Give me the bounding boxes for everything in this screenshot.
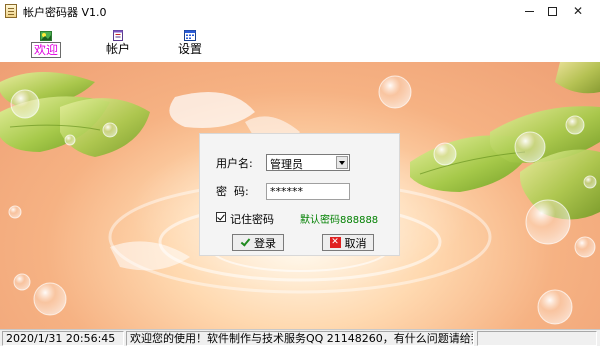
remember-password-checkbox[interactable] [216, 212, 226, 222]
password-label: 密 码: [216, 185, 249, 198]
settings-icon [184, 30, 196, 41]
default-password-hint: 默认密码888888 [300, 215, 379, 226]
close-button[interactable]: ✕ [556, 0, 600, 22]
tab-welcome-label: 欢迎 [30, 42, 61, 58]
status-datetime: 2020/1/31 20:56:45 [2, 331, 124, 346]
tab-settings[interactable]: 设置 [170, 30, 210, 60]
status-extra [477, 331, 597, 346]
tab-account-label: 帐户 [105, 42, 130, 56]
cancel-button[interactable]: ✕ 取消 [322, 234, 374, 251]
title-bar[interactable]: 帐户密码器 V1.0 ✕ [0, 0, 600, 22]
username-select-value: 管理员 [270, 158, 303, 171]
account-icon [113, 30, 123, 41]
close-icon: ✕ [329, 237, 341, 248]
close-icon: ✕ [572, 4, 584, 18]
tab-welcome[interactable]: 欢迎 [26, 30, 66, 60]
tab-settings-label: 设置 [177, 42, 202, 56]
tab-account[interactable]: 帐户 [98, 30, 138, 60]
login-button-label: 登录 [254, 236, 276, 250]
check-icon [240, 238, 250, 248]
status-message: 欢迎您的使用！软件制作与技术服务QQ 21148260，有什么问题请给我联系！ [126, 331, 474, 346]
welcome-icon [40, 31, 52, 41]
window-title: 帐户密码器 V1.0 [23, 6, 107, 19]
toolbar: 欢迎 帐户 设置 [0, 22, 600, 62]
cancel-button-label: 取消 [344, 236, 367, 250]
remember-password-label[interactable]: 记住密码 [230, 211, 274, 227]
login-button[interactable]: 登录 [232, 234, 284, 251]
status-bar: 2020/1/31 20:56:45 欢迎您的使用！软件制作与技术服务QQ 21… [0, 329, 600, 346]
username-select[interactable]: 管理员 [266, 154, 350, 171]
username-label: 用户名: [216, 157, 253, 170]
chevron-down-icon[interactable] [336, 156, 348, 169]
app-icon [5, 4, 17, 18]
password-field[interactable]: ****** [266, 183, 350, 200]
login-dialog: 用户名: 管理员 密 码: ****** 记住密码 默认密码888888 登录 … [199, 133, 400, 256]
